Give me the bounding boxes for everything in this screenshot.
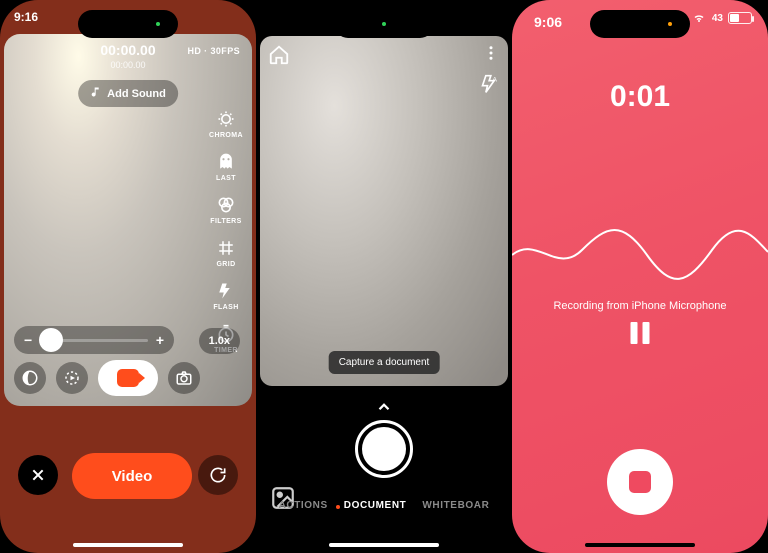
home-button[interactable] — [268, 44, 290, 71]
camera-icon — [175, 369, 193, 387]
flip-icon — [208, 465, 228, 485]
flash-label: FLASH — [213, 304, 238, 311]
exposure-slider[interactable]: − + — [14, 326, 174, 354]
ghost-icon — [215, 151, 237, 173]
photo-mode-button[interactable] — [168, 362, 200, 394]
pause-bar-icon — [631, 322, 638, 344]
document-capture-screen: A Capture a document ACTIONS DOCUMENT WH… — [256, 0, 512, 553]
dashed-circle-icon — [63, 369, 81, 387]
mode-whiteboard[interactable]: WHITEBOAR — [422, 500, 489, 511]
mode-document[interactable]: DOCUMENT — [344, 500, 407, 511]
bottom-bar: Video — [0, 408, 256, 553]
status-time: 9:06 — [534, 14, 562, 30]
chroma-icon — [215, 108, 237, 130]
battery-percent: 43 — [712, 13, 723, 24]
pause-bar-icon — [643, 322, 650, 344]
dynamic-island — [334, 10, 434, 38]
quality-button[interactable]: HD · 30FPS — [187, 46, 240, 56]
slider-track — [40, 339, 148, 342]
music-note-icon — [90, 86, 102, 101]
camera-viewfinder[interactable]: A Capture a document — [260, 36, 508, 386]
filters-icon — [215, 194, 237, 216]
last-tool[interactable]: LAST — [204, 151, 248, 182]
last-label: LAST — [216, 175, 236, 182]
close-icon — [30, 467, 46, 483]
add-sound-button[interactable]: Add Sound — [78, 80, 178, 107]
slider-knob[interactable] — [39, 328, 63, 352]
wifi-icon — [691, 12, 707, 24]
tool-rail: CHROMA LAST FILTERS GRID FLASH TIMER — [204, 108, 248, 354]
video-mode-button[interactable]: Video — [72, 453, 192, 499]
clip-button[interactable] — [56, 362, 88, 394]
voice-recorder-screen: 9:06 43 0:01 Recording from iPhone Micro… — [512, 0, 768, 553]
expand-options-button[interactable] — [375, 398, 393, 421]
svg-text:A: A — [493, 77, 498, 84]
flip-camera-button[interactable] — [198, 455, 238, 495]
flash-tool[interactable]: FLASH — [204, 280, 248, 311]
minus-icon: − — [24, 332, 32, 348]
moon-icon — [21, 369, 39, 387]
flash-icon — [215, 280, 237, 302]
close-button[interactable] — [18, 455, 58, 495]
recording-source-label: Recording from iPhone Microphone — [512, 300, 768, 312]
home-icon — [268, 44, 290, 66]
camcorder-icon — [117, 369, 139, 387]
mode-row — [14, 360, 200, 396]
stop-square-icon — [629, 471, 651, 493]
battery-icon — [728, 12, 752, 24]
home-indicator[interactable] — [585, 543, 695, 547]
recording-subtime: 00:00.00 — [4, 60, 252, 70]
filters-label: FILTERS — [210, 218, 241, 225]
camera-viewfinder[interactable]: 00:00.00 00:00.00 HD · 30FPS Add Sound C… — [4, 34, 252, 406]
chroma-tool[interactable]: CHROMA — [204, 108, 248, 139]
home-indicator[interactable] — [73, 543, 183, 547]
flash-auto-icon: A — [480, 74, 500, 94]
record-button[interactable] — [98, 360, 158, 396]
chevron-up-icon — [375, 398, 393, 416]
filters-tool[interactable]: FILTERS — [204, 194, 248, 225]
grid-label: GRID — [216, 261, 235, 268]
add-sound-label: Add Sound — [107, 88, 166, 100]
home-indicator[interactable] — [329, 543, 439, 547]
chroma-label: CHROMA — [209, 132, 243, 139]
flash-toggle[interactable]: A — [480, 74, 500, 99]
dynamic-island — [78, 10, 178, 38]
recording-timer: 0:01 — [512, 80, 768, 114]
effects-button[interactable] — [14, 362, 46, 394]
capture-modes: ACTIONS DOCUMENT WHITEBOAR — [256, 500, 512, 511]
grid-tool[interactable]: GRID — [204, 237, 248, 268]
pause-button[interactable] — [631, 322, 650, 344]
stop-button[interactable] — [607, 449, 673, 515]
waveform-icon — [512, 200, 768, 300]
status-time: 9:16 — [14, 10, 38, 24]
more-vertical-icon — [482, 44, 500, 62]
video-recorder-screen: 9:16 00:00.00 00:00.00 HD · 30FPS Add So… — [0, 0, 256, 553]
shutter-button[interactable] — [355, 420, 413, 478]
zoom-button[interactable]: 1.0x — [199, 328, 240, 354]
dynamic-island — [590, 10, 690, 38]
camera-dot-icon — [382, 22, 386, 26]
capture-hint: Capture a document — [329, 351, 440, 374]
camera-dot-icon — [156, 22, 160, 26]
shutter-inner-icon — [362, 427, 406, 471]
mode-actions[interactable]: ACTIONS — [279, 500, 328, 511]
mic-dot-icon — [668, 22, 672, 26]
more-button[interactable] — [482, 44, 500, 67]
grid-icon — [215, 237, 237, 259]
plus-icon: + — [156, 332, 164, 348]
